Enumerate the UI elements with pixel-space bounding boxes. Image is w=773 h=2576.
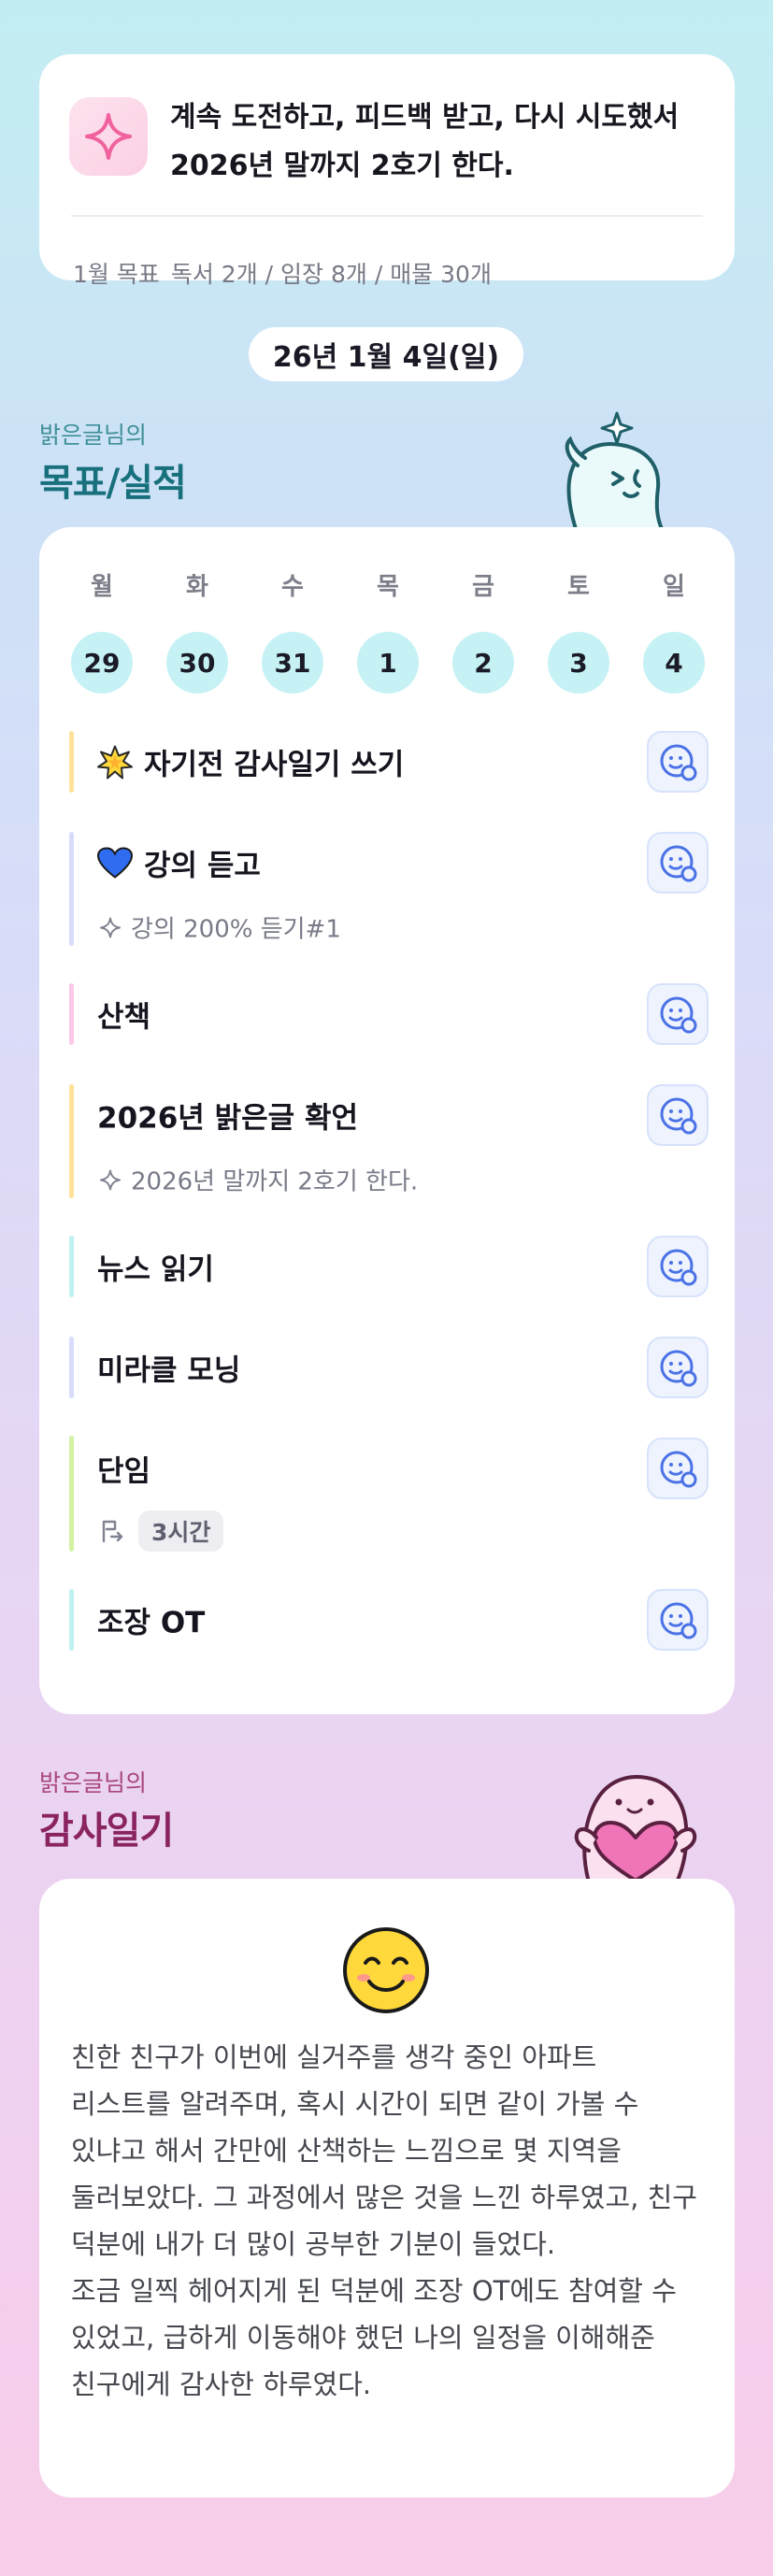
goals-section-heading: 밝은글님의 목표/실적 bbox=[39, 417, 187, 507]
journal-section-heading: 밝은글님의 감사일기 bbox=[39, 1765, 174, 1854]
task-item[interactable]: 단임 3시간 bbox=[69, 1436, 709, 1552]
journal-entry: 친한 친구가 이번에 실거주를 생각 중인 아파트 리스트를 알려주며, 혹시 … bbox=[71, 2034, 703, 2408]
blue-heart-icon bbox=[97, 847, 133, 879]
smiling-face-icon bbox=[341, 1925, 431, 2019]
task-item[interactable]: 조장 OT bbox=[69, 1589, 709, 1651]
day-name: 수 bbox=[281, 573, 304, 601]
task-check-button[interactable] bbox=[647, 1236, 709, 1297]
goal-divider bbox=[71, 215, 703, 217]
day-date[interactable]: 31 bbox=[262, 632, 323, 694]
monthly-goal-label: 1월 목표 bbox=[73, 261, 160, 288]
sparkle-icon bbox=[99, 1168, 122, 1191]
task-subtitle-row: 3시간 bbox=[99, 1510, 224, 1552]
task-check-button[interactable] bbox=[647, 832, 709, 894]
day-name: 토 bbox=[567, 573, 590, 601]
flag-arrow-icon bbox=[99, 1518, 125, 1544]
goals-section-owner: 밝은글님의 bbox=[39, 422, 148, 449]
task-color-bar bbox=[69, 832, 74, 946]
task-check-button[interactable] bbox=[647, 1589, 709, 1651]
sparkle-icon bbox=[99, 916, 122, 938]
task-check-button[interactable] bbox=[647, 1084, 709, 1146]
task-title: 단임 bbox=[97, 1454, 151, 1489]
task-check-button[interactable] bbox=[647, 1337, 709, 1398]
day-date[interactable]: 3 bbox=[548, 632, 609, 694]
task-title: 산책 bbox=[97, 1000, 151, 1035]
task-color-bar bbox=[69, 1084, 74, 1198]
task-color-bar bbox=[69, 983, 74, 1045]
date-selector[interactable]: 26년 1월 4일(일) bbox=[249, 327, 523, 381]
task-check-button[interactable] bbox=[647, 1438, 709, 1499]
day-date[interactable]: 2 bbox=[452, 632, 514, 694]
day-name: 월 bbox=[91, 573, 113, 601]
task-title: 뉴스 읽기 bbox=[97, 1252, 214, 1287]
task-item[interactable]: 자기전 감사일기 쓰기 bbox=[69, 731, 709, 793]
day-date[interactable]: 30 bbox=[166, 632, 228, 694]
task-subtitle-row: 강의 200% 듣기#1 bbox=[99, 910, 341, 945]
task-item[interactable]: 강의 듣고 강의 200% 듣기#1 bbox=[69, 832, 709, 946]
task-item[interactable]: 2026년 밝은글 확언 2026년 말까지 2호기 한다. bbox=[69, 1084, 709, 1198]
journal-paragraph: 친한 친구가 이번에 실거주를 생각 중인 아파트 리스트를 알려주며, 혹시 … bbox=[71, 2041, 707, 2260]
smile-face-check-icon bbox=[660, 845, 697, 882]
task-color-bar bbox=[69, 1236, 74, 1297]
task-subtitle: 강의 200% 듣기#1 bbox=[131, 915, 341, 944]
smile-face-check-icon bbox=[660, 1249, 697, 1286]
monthly-goal: 1월 목표 독서 2개 / 임장 8개 / 매물 30개 bbox=[73, 256, 492, 290]
smile-face-check-icon bbox=[660, 744, 697, 781]
day-column-tue[interactable]: 화 30 bbox=[166, 568, 228, 694]
smile-face-check-icon bbox=[660, 996, 697, 1034]
goal-text: 계속 도전하고, 피드백 받고, 다시 시도했서 2026년 말까지 2호기 한… bbox=[170, 101, 680, 182]
smile-face-check-icon bbox=[660, 1451, 697, 1488]
day-column-mon[interactable]: 월 29 bbox=[71, 568, 133, 694]
day-name: 일 bbox=[663, 573, 685, 601]
task-color-bar bbox=[69, 1436, 74, 1552]
task-title: 2026년 밝은글 확언 bbox=[97, 1101, 358, 1136]
day-column-wed[interactable]: 수 31 bbox=[262, 568, 323, 694]
task-title-row: 강의 듣고 bbox=[97, 842, 261, 884]
task-title: 미라클 모닝 bbox=[97, 1353, 241, 1388]
monthly-goal-targets: 독서 2개 / 임장 8개 / 매물 30개 bbox=[170, 261, 492, 288]
day-date[interactable]: 29 bbox=[71, 632, 133, 694]
day-column-thu[interactable]: 목 1 bbox=[357, 568, 419, 694]
task-title-row: 자기전 감사일기 쓰기 bbox=[97, 741, 404, 783]
task-item[interactable]: 미라클 모닝 bbox=[69, 1337, 709, 1398]
task-title: 조장 OT bbox=[97, 1606, 206, 1640]
smile-face-check-icon bbox=[660, 1602, 697, 1639]
smile-face-check-icon bbox=[660, 1097, 697, 1135]
task-item[interactable]: 산책 bbox=[69, 983, 709, 1045]
journal-paragraph: 조금 일찍 헤어지게 된 덕분에 조장 OT에도 참여할 수 있었고, 급하게 … bbox=[71, 2275, 686, 2400]
journal-section-title: 감사일기 bbox=[39, 1810, 174, 1853]
day-column-fri[interactable]: 금 2 bbox=[452, 568, 514, 694]
day-name: 화 bbox=[186, 573, 208, 601]
tasks-card: 월 29 화 30 수 31 목 1 금 2 토 3 일 4 자기전 감사일기 … bbox=[39, 527, 735, 1714]
task-title: 자기전 감사일기 쓰기 bbox=[144, 748, 405, 782]
day-name: 목 bbox=[377, 573, 399, 601]
smile-face-check-icon bbox=[660, 1350, 697, 1387]
goal-card: 계속 도전하고, 피드백 받고, 다시 시도했서 2026년 말까지 2호기 한… bbox=[39, 54, 735, 288]
task-color-bar bbox=[69, 731, 74, 793]
day-name: 금 bbox=[472, 573, 494, 601]
day-date[interactable]: 4 bbox=[643, 632, 705, 694]
task-subtitle: 2026년 말까지 2호기 한다. bbox=[131, 1167, 419, 1196]
task-title: 강의 듣고 bbox=[144, 849, 261, 883]
goals-section-title: 목표/실적 bbox=[39, 462, 187, 505]
task-item[interactable]: 뉴스 읽기 bbox=[69, 1236, 709, 1297]
task-color-bar bbox=[69, 1337, 74, 1398]
sparkle-icon bbox=[69, 97, 148, 176]
gratitude-journal-card: 친한 친구가 이번에 실거주를 생각 중인 아파트 리스트를 알려주며, 혹시 … bbox=[39, 1879, 735, 2497]
task-color-bar bbox=[69, 1589, 74, 1651]
star-burst-icon bbox=[97, 744, 133, 780]
duration-chip: 3시간 bbox=[138, 1510, 224, 1552]
day-date[interactable]: 1 bbox=[357, 632, 419, 694]
journal-section-owner: 밝은글님의 bbox=[39, 1769, 148, 1796]
task-check-button[interactable] bbox=[647, 983, 709, 1045]
day-column-sun[interactable]: 일 4 bbox=[643, 568, 705, 694]
ghost-mascot-icon bbox=[559, 411, 671, 533]
day-column-sat[interactable]: 토 3 bbox=[548, 568, 609, 694]
task-subtitle-row: 2026년 말까지 2호기 한다. bbox=[99, 1163, 418, 1197]
heart-mascot-icon bbox=[557, 1761, 707, 1886]
task-check-button[interactable] bbox=[647, 731, 709, 793]
